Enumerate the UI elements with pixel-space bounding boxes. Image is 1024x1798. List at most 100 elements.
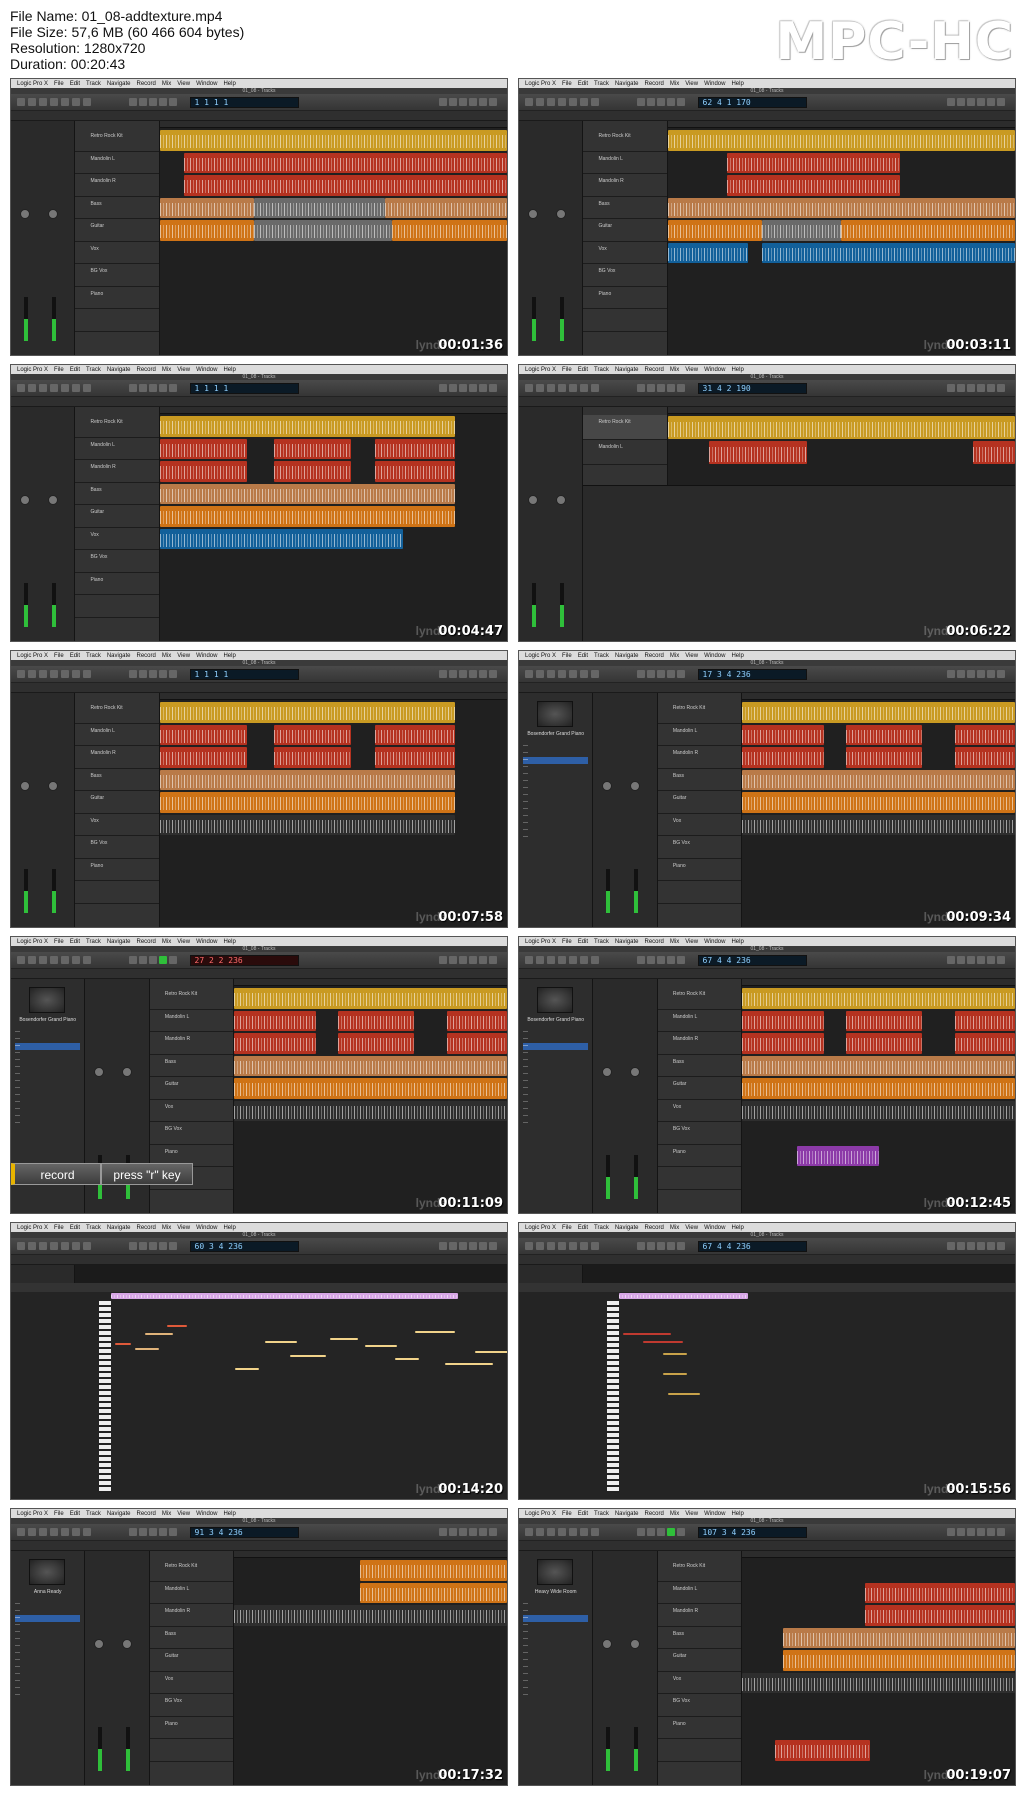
piano-keyboard[interactable] — [607, 1301, 619, 1493]
transport-button[interactable] — [637, 956, 645, 964]
audio-region[interactable] — [234, 1055, 507, 1076]
track-header[interactable]: Retro Rock Kit — [75, 701, 159, 724]
track-header[interactable]: Mandolin L — [75, 438, 159, 460]
track-header[interactable]: BG Vox — [149, 1122, 234, 1145]
menu-item[interactable]: Record — [645, 1511, 664, 1517]
toolbar-button[interactable] — [536, 956, 544, 964]
volume-knob[interactable] — [602, 1639, 613, 1649]
transport-button[interactable] — [667, 956, 675, 964]
transport-button[interactable] — [637, 670, 645, 678]
track-header[interactable]: Piano — [657, 1145, 742, 1167]
patch-list-item[interactable]: — — [523, 1092, 588, 1099]
toolbar-button[interactable] — [489, 1242, 497, 1250]
transport-button[interactable] — [169, 670, 177, 678]
audio-region[interactable] — [783, 1627, 1015, 1648]
audio-region[interactable] — [159, 483, 455, 504]
menu-item[interactable]: Record — [137, 81, 156, 87]
toolbar-button[interactable] — [489, 956, 497, 964]
menu-item[interactable]: Mix — [162, 367, 171, 373]
track-header[interactable]: Retro Rock Kit — [583, 415, 667, 440]
patch-list-item[interactable]: — — [523, 743, 588, 750]
audio-region[interactable] — [774, 1740, 871, 1761]
transport-button[interactable] — [139, 670, 147, 678]
audio-region[interactable] — [726, 175, 901, 196]
toolbar-button[interactable] — [469, 1528, 477, 1536]
toolbar-button[interactable] — [987, 1242, 995, 1250]
menu-item[interactable]: Track — [594, 367, 609, 373]
audio-region[interactable] — [274, 724, 351, 745]
menu-item[interactable]: Help — [731, 939, 743, 945]
transport-button[interactable] — [677, 384, 685, 392]
menu-item[interactable]: File — [562, 939, 572, 945]
toolbar-button[interactable] — [449, 956, 457, 964]
menu-item[interactable]: Window — [704, 653, 725, 659]
video-thumbnail[interactable]: Logic Pro X File Edit Track Navigate Record Mi… — [518, 1508, 1016, 1786]
track-header[interactable]: Bass — [657, 1055, 742, 1077]
patch-list-item[interactable]: — — [523, 1671, 588, 1678]
toolbar-button[interactable] — [469, 384, 477, 392]
video-thumbnail[interactable]: Logic Pro X File Edit Track Navigate Record Mi… — [10, 364, 508, 642]
menu-item[interactable]: Window — [196, 81, 217, 87]
patch-list-item[interactable]: — — [15, 1643, 80, 1650]
track-header[interactable]: Mandolin R — [75, 174, 159, 197]
transport-button[interactable] — [129, 956, 137, 964]
toolbar-button[interactable] — [479, 956, 487, 964]
midi-note[interactable] — [668, 1393, 700, 1395]
transport-button[interactable] — [149, 1528, 157, 1536]
toolbar-button[interactable] — [591, 670, 599, 678]
toolbar-button[interactable] — [439, 384, 447, 392]
patch-list-item[interactable]: — — [15, 1608, 80, 1615]
midi-note[interactable] — [445, 1363, 493, 1365]
toolbar-button[interactable] — [536, 1242, 544, 1250]
audio-region[interactable] — [375, 461, 455, 482]
volume-knob[interactable] — [19, 495, 30, 505]
toolbar-button[interactable] — [957, 956, 965, 964]
timeline-ruler[interactable] — [234, 979, 507, 986]
patch-list-item[interactable]: — — [15, 1629, 80, 1636]
menu-item[interactable]: View — [177, 81, 190, 87]
audio-region[interactable] — [761, 242, 1015, 263]
audio-region[interactable] — [742, 1672, 1015, 1693]
transport-button[interactable] — [139, 384, 147, 392]
menu-item[interactable]: Logic Pro X — [525, 653, 556, 659]
toolbar-button[interactable] — [977, 1242, 985, 1250]
track-header[interactable] — [149, 1739, 234, 1762]
transport-button[interactable] — [657, 98, 665, 106]
track-header[interactable]: Vox — [583, 242, 667, 264]
track-header[interactable]: Vox — [657, 814, 742, 836]
toolbar-button[interactable] — [997, 1242, 1005, 1250]
toolbar-button[interactable] — [957, 1528, 965, 1536]
toolbar-button[interactable] — [947, 384, 955, 392]
patch-list-item[interactable]: — — [523, 771, 588, 778]
transport-button[interactable] — [647, 1242, 655, 1250]
toolbar-button[interactable] — [439, 98, 447, 106]
audio-region[interactable] — [667, 416, 1015, 439]
menu-item[interactable]: File — [54, 1511, 64, 1517]
menu-item[interactable]: File — [54, 367, 64, 373]
toolbar-button[interactable] — [17, 670, 25, 678]
menu-item[interactable]: View — [177, 939, 190, 945]
menu-item[interactable]: Record — [137, 939, 156, 945]
track-header[interactable]: Retro Rock Kit — [75, 129, 159, 152]
audio-region[interactable] — [159, 220, 254, 241]
toolbar-button[interactable] — [39, 1528, 47, 1536]
audio-region[interactable] — [954, 724, 1015, 745]
patch-list-item[interactable]: — — [523, 1029, 588, 1036]
audio-region[interactable] — [159, 197, 254, 218]
patch-list-item[interactable]: — — [15, 1050, 80, 1057]
toolbar-button[interactable] — [61, 670, 69, 678]
track-header[interactable] — [75, 309, 159, 332]
audio-region[interactable] — [234, 1010, 317, 1031]
menu-item[interactable]: Track — [594, 1225, 609, 1231]
audio-region[interactable] — [159, 814, 455, 835]
patch-list-item[interactable]: — — [523, 1685, 588, 1692]
track-header[interactable]: Mandolin R — [75, 746, 159, 769]
audio-region[interactable] — [446, 1010, 507, 1031]
volume-knob[interactable] — [527, 209, 538, 219]
menu-item[interactable]: Navigate — [107, 1511, 131, 1517]
audio-region[interactable] — [742, 1055, 1015, 1076]
patch-list-item[interactable]: — — [523, 820, 588, 827]
transport-button[interactable] — [647, 384, 655, 392]
toolbar-button[interactable] — [957, 1242, 965, 1250]
toolbar-button[interactable] — [469, 670, 477, 678]
